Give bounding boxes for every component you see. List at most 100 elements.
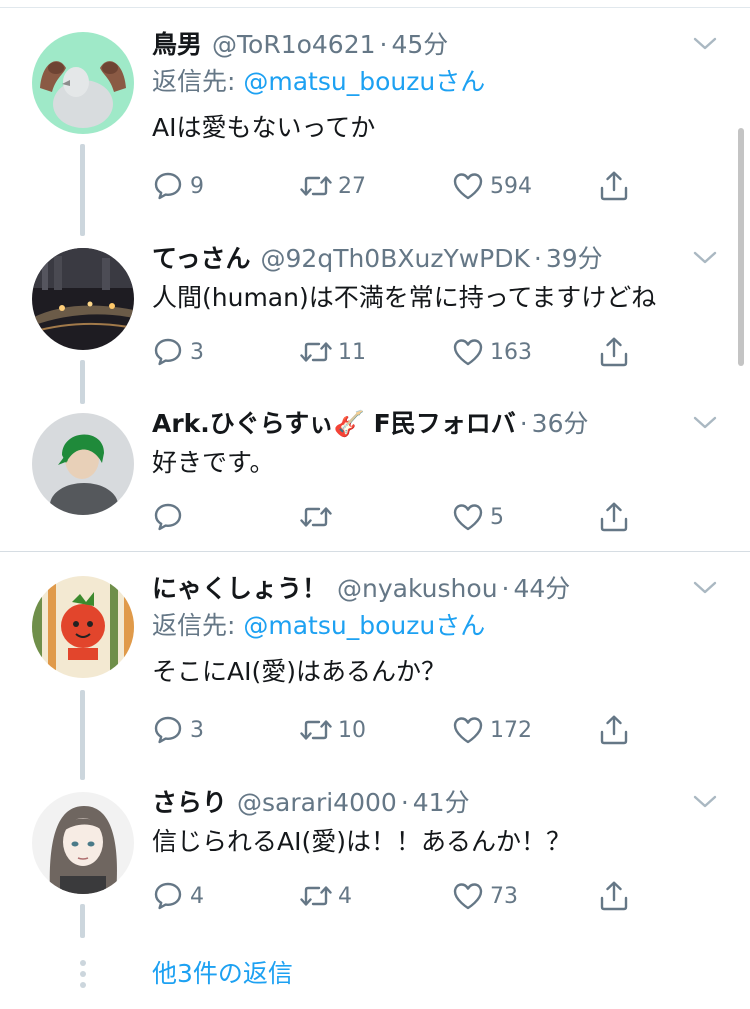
like-count: 172 — [490, 717, 532, 743]
retweet-icon — [300, 714, 332, 746]
more-replies-link[interactable]: 他3件の返信 — [152, 955, 293, 993]
reply-suffix: さん — [435, 611, 486, 640]
tweet[interactable]: 鳥男 @ToR1o4621 · 45分 返信先: @matsu_bouzuさん … — [0, 28, 750, 228]
timestamp[interactable]: 39分 — [546, 242, 603, 276]
timestamp[interactable]: 44分 — [514, 572, 571, 606]
share-button[interactable] — [598, 334, 630, 370]
scrollbar[interactable] — [738, 128, 744, 366]
retweet-count: 10 — [338, 717, 366, 743]
user-handle[interactable]: @92qTh0BXuzYwPDK — [261, 242, 530, 276]
reply-mention-link[interactable]: @matsu_bouzu — [243, 611, 435, 640]
heart-icon — [452, 170, 484, 202]
reply-to-label: 返信先: — [152, 611, 244, 640]
more-dots-icon — [80, 960, 86, 988]
reply-button[interactable]: 3 — [152, 712, 204, 748]
retweet-icon — [300, 336, 332, 368]
reply-icon — [152, 336, 184, 368]
show-more-replies[interactable]: 他3件の返信 — [0, 955, 750, 995]
avatar[interactable] — [32, 32, 134, 134]
chevron-down-icon[interactable] — [690, 790, 720, 814]
reply-count: 3 — [190, 717, 204, 743]
share-icon — [598, 880, 630, 912]
avatar[interactable] — [32, 248, 134, 350]
retweet-count: 27 — [338, 173, 366, 199]
display-name[interactable]: 鳥男 — [152, 28, 202, 62]
retweet-button[interactable] — [300, 499, 332, 535]
avatar[interactable] — [32, 413, 134, 515]
like-count: 5 — [490, 504, 504, 530]
user-handle[interactable]: @nyakushou — [337, 572, 498, 606]
like-button[interactable]: 5 — [452, 499, 504, 535]
retweet-icon — [300, 501, 332, 533]
like-button[interactable]: 594 — [452, 168, 532, 204]
tweet-text: 好きです。 — [152, 448, 275, 477]
display-name[interactable]: Ark.ひぐらすぃ🎸 F民フォロバ — [152, 407, 516, 441]
retweet-button[interactable]: 10 — [300, 712, 366, 748]
avatar[interactable] — [32, 792, 134, 894]
display-name[interactable]: てっさん — [152, 242, 251, 276]
reply-to-label: 返信先: — [152, 67, 244, 96]
like-button[interactable]: 172 — [452, 712, 532, 748]
share-icon — [598, 501, 630, 533]
retweet-button[interactable]: 4 — [300, 878, 352, 914]
tweet-text: AIは愛もないってか — [152, 113, 376, 142]
heart-icon — [452, 880, 484, 912]
tweet[interactable]: てっさん @92qTh0BXuzYwPDK · 39分 人間(human)は不満… — [0, 242, 750, 392]
reply-count: 3 — [190, 339, 204, 365]
user-handle[interactable]: @sarari4000 — [237, 786, 397, 820]
reply-button[interactable] — [152, 499, 184, 535]
share-button[interactable] — [598, 168, 630, 204]
share-icon — [598, 714, 630, 746]
like-button[interactable]: 73 — [452, 878, 518, 914]
timestamp[interactable]: 45分 — [391, 28, 448, 62]
share-icon — [598, 336, 630, 368]
retweet-button[interactable]: 27 — [300, 168, 366, 204]
like-count: 594 — [490, 173, 532, 199]
reply-to: 返信先: @matsu_bouzuさん — [152, 64, 720, 100]
reply-count: 4 — [190, 883, 204, 909]
display-name[interactable]: さらり — [152, 786, 227, 820]
tweet[interactable]: さらり @sarari4000 · 41分 信じられるAI(愛)は！！あるんか！… — [0, 786, 750, 936]
timestamp[interactable]: 41分 — [413, 786, 470, 820]
tweet-text: そこにAI(愛)はあるんか？ — [152, 657, 446, 686]
top-divider — [0, 7, 750, 8]
retweet-icon — [300, 880, 332, 912]
heart-icon — [452, 714, 484, 746]
tweet[interactable]: Ark.ひぐらすぃ🎸 F民フォロバ · 36分 好きです。 5 — [0, 407, 750, 547]
tweet-actions: 3 11 163 — [152, 334, 652, 370]
tweet-text: 人間(human)は不満を常に持ってますけどね — [152, 283, 657, 312]
tweet-actions: 9 27 594 — [152, 168, 652, 204]
chevron-down-icon[interactable] — [690, 32, 720, 56]
timestamp[interactable]: 36分 — [532, 407, 589, 441]
thread-divider — [0, 551, 750, 552]
like-count: 73 — [490, 883, 518, 909]
separator-dot: · — [400, 788, 409, 817]
separator-dot: · — [501, 574, 510, 603]
separator-dot: · — [379, 30, 388, 59]
chevron-down-icon[interactable] — [690, 411, 720, 435]
share-button[interactable] — [598, 878, 630, 914]
tweet-actions: 5 — [152, 499, 652, 535]
retweet-button[interactable]: 11 — [300, 334, 366, 370]
chevron-down-icon[interactable] — [690, 576, 720, 600]
separator-dot: · — [519, 409, 528, 438]
share-button[interactable] — [598, 499, 630, 535]
reply-button[interactable]: 9 — [152, 168, 204, 204]
like-button[interactable]: 163 — [452, 334, 532, 370]
reply-to: 返信先: @matsu_bouzuさん — [152, 608, 720, 644]
reply-icon — [152, 501, 184, 533]
chevron-down-icon[interactable] — [690, 246, 720, 270]
retweet-icon — [300, 170, 332, 202]
avatar[interactable] — [32, 576, 134, 678]
reply-mention-link[interactable]: @matsu_bouzu — [243, 67, 435, 96]
share-button[interactable] — [598, 712, 630, 748]
reply-icon — [152, 714, 184, 746]
separator-dot: · — [533, 244, 542, 273]
reply-button[interactable]: 3 — [152, 334, 204, 370]
tweet[interactable]: にゃくしょう！ @nyakushou · 44分 返信先: @matsu_bou… — [0, 572, 750, 772]
display-name[interactable]: にゃくしょう！ — [152, 572, 327, 606]
heart-icon — [452, 336, 484, 368]
reply-button[interactable]: 4 — [152, 878, 204, 914]
retweet-count: 4 — [338, 883, 352, 909]
user-handle[interactable]: @ToR1o4621 — [212, 28, 376, 62]
